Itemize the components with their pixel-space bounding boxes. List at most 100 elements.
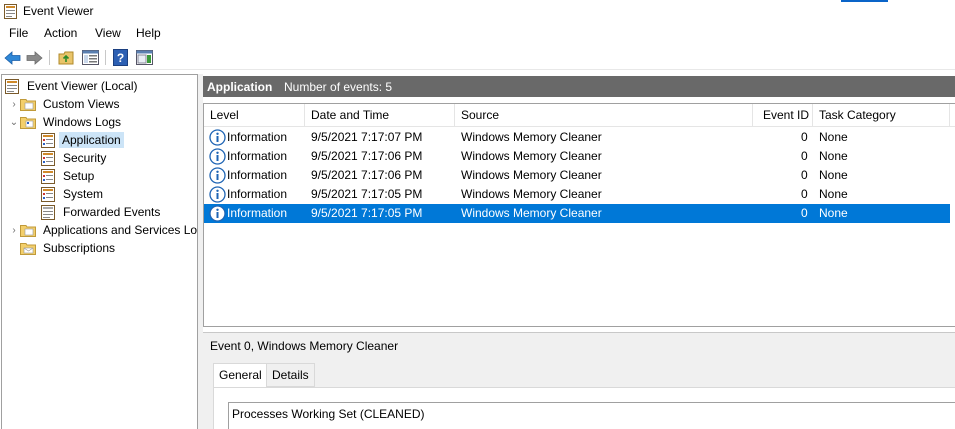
tree-item-label: System xyxy=(63,187,104,201)
tree-item-system[interactable]: System xyxy=(40,185,107,203)
log-icon xyxy=(40,150,56,166)
show-hide-action-pane-icon[interactable] xyxy=(135,48,154,67)
cell-level: Information xyxy=(227,168,288,182)
menu-help[interactable]: Help xyxy=(136,26,161,40)
cell-datetime: 9/5/2021 7:17:06 PM xyxy=(311,149,423,163)
table-row[interactable]: Information 9/5/2021 7:17:06 PM Windows … xyxy=(204,147,950,166)
title-bar: Event Viewer xyxy=(0,0,955,22)
column-header-task-category[interactable]: Task Category xyxy=(813,104,950,127)
event-description-box[interactable]: Processes Working Set (CLEANED) xyxy=(228,402,955,429)
cell-task-category: None xyxy=(819,168,848,182)
table-row-selected[interactable]: Information 9/5/2021 7:17:05 PM Windows … xyxy=(204,204,950,223)
tree-item-label: Event Viewer (Local) xyxy=(27,79,138,93)
cell-task-category: None xyxy=(819,149,848,163)
tab-general[interactable]: General xyxy=(213,363,268,388)
column-header-event-id[interactable]: Event ID xyxy=(753,104,813,127)
cell-task-category: None xyxy=(819,187,848,201)
log-icon xyxy=(40,132,56,148)
event-viewer-icon xyxy=(4,78,20,94)
chevron-right-icon[interactable]: › xyxy=(8,225,20,236)
event-details-pane: Event 0, Windows Memory Cleaner General … xyxy=(203,332,955,429)
column-header-source[interactable]: Source xyxy=(455,104,753,127)
cell-event-id: 0 xyxy=(801,187,808,201)
cell-event-id: 0 xyxy=(801,168,808,182)
menu-view[interactable]: View xyxy=(95,26,121,40)
tree-item-forwarded-events[interactable]: Forwarded Events xyxy=(40,203,164,221)
tree-item-label: Security xyxy=(63,151,107,165)
cell-level: Information xyxy=(227,187,288,201)
cell-event-id: 0 xyxy=(801,206,808,220)
cell-datetime: 9/5/2021 7:17:05 PM xyxy=(311,206,423,220)
information-icon xyxy=(209,167,226,184)
tree-item-label: Setup xyxy=(63,169,95,183)
event-count: Number of events: 5 xyxy=(284,80,393,94)
events-table: Level Date and Time Source Event ID Task… xyxy=(203,103,955,327)
window-title: Event Viewer xyxy=(23,4,94,18)
subscriptions-icon xyxy=(20,240,36,256)
folder-icon xyxy=(20,114,36,130)
tree-item-windows-logs[interactable]: ⌄ Windows Logs xyxy=(8,113,125,131)
cell-task-category: None xyxy=(819,130,848,144)
log-icon xyxy=(40,186,56,202)
cell-level: Information xyxy=(227,149,288,163)
tree-item-event-viewer-local[interactable]: Event Viewer (Local) xyxy=(4,77,142,95)
cell-datetime: 9/5/2021 7:17:06 PM xyxy=(311,168,423,182)
column-header-date-and-time[interactable]: Date and Time xyxy=(305,104,455,127)
menu-action[interactable]: Action xyxy=(44,26,77,40)
folder-icon xyxy=(20,222,36,238)
cell-source: Windows Memory Cleaner xyxy=(461,149,602,163)
information-icon xyxy=(209,186,226,203)
general-tab-content: Processes Working Set (CLEANED) xyxy=(213,387,955,429)
tree-item-setup[interactable]: Setup xyxy=(40,167,98,185)
cell-source: Windows Memory Cleaner xyxy=(461,130,602,144)
chevron-down-icon[interactable]: ⌄ xyxy=(8,117,20,128)
log-header: Application Number of events: 5 xyxy=(203,76,955,97)
tree-item-subscriptions[interactable]: Subscriptions xyxy=(20,239,119,257)
toolbar-separator xyxy=(49,50,50,65)
help-icon[interactable]: ? xyxy=(111,48,130,67)
cell-source: Windows Memory Cleaner xyxy=(461,168,602,182)
show-hide-tree-icon[interactable] xyxy=(81,48,100,67)
tree-item-application[interactable]: Application xyxy=(40,131,124,149)
log-icon xyxy=(40,204,56,220)
log-icon xyxy=(40,168,56,184)
cell-event-id: 0 xyxy=(801,149,808,163)
chevron-right-icon[interactable]: › xyxy=(8,99,20,110)
cell-datetime: 9/5/2021 7:17:07 PM xyxy=(311,130,423,144)
event-description: Processes Working Set (CLEANED) xyxy=(232,407,425,421)
information-icon xyxy=(209,129,226,146)
cell-datetime: 9/5/2021 7:17:05 PM xyxy=(311,187,423,201)
menu-file[interactable]: File xyxy=(9,26,28,40)
information-icon xyxy=(209,205,226,222)
log-name: Application xyxy=(207,80,273,94)
forward-icon[interactable] xyxy=(25,48,44,67)
cell-level: Information xyxy=(227,206,288,220)
information-icon xyxy=(209,148,226,165)
tree-item-applications-and-services-logs[interactable]: › Applications and Services Lo xyxy=(8,221,198,239)
navigation-tree: Event Viewer (Local) › Custom Views ⌄ Wi… xyxy=(1,74,198,429)
table-row[interactable]: Information 9/5/2021 7:17:07 PM Windows … xyxy=(204,128,950,147)
toolbar-separator xyxy=(105,50,106,65)
cell-source: Windows Memory Cleaner xyxy=(461,187,602,201)
toolbar: ? xyxy=(0,45,955,70)
tree-item-label: Windows Logs xyxy=(43,115,122,129)
cell-task-category: None xyxy=(819,206,848,220)
tree-item-custom-views[interactable]: › Custom Views xyxy=(8,95,123,113)
tree-item-label: Application xyxy=(59,132,124,148)
menu-bar: File Action View Help xyxy=(0,23,955,44)
column-header-level[interactable]: Level xyxy=(204,104,305,127)
table-header: Level Date and Time Source Event ID Task… xyxy=(204,104,955,127)
tree-item-label: Applications and Services Lo xyxy=(43,223,198,237)
tab-details[interactable]: Details xyxy=(266,363,315,387)
table-row[interactable]: Information 9/5/2021 7:17:06 PM Windows … xyxy=(204,166,950,185)
cell-level: Information xyxy=(227,130,288,144)
back-icon[interactable] xyxy=(3,48,22,67)
folder-icon xyxy=(20,96,36,112)
tree-item-security[interactable]: Security xyxy=(40,149,110,167)
cell-event-id: 0 xyxy=(801,130,808,144)
tree-item-label: Forwarded Events xyxy=(63,205,161,219)
svg-text:?: ? xyxy=(117,51,124,65)
window-accent-strip xyxy=(841,0,888,2)
table-row[interactable]: Information 9/5/2021 7:17:05 PM Windows … xyxy=(204,185,950,204)
folder-up-icon[interactable] xyxy=(57,48,76,67)
